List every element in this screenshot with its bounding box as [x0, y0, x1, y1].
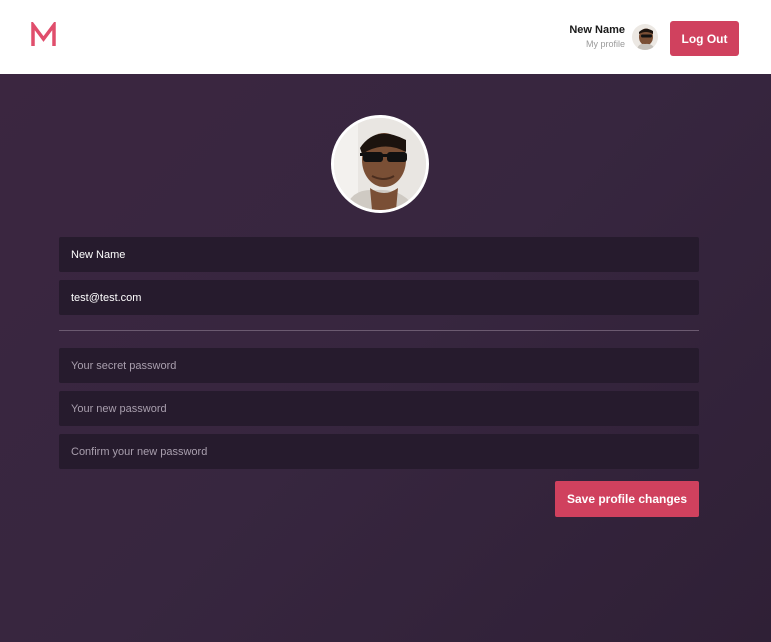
user-menu[interactable]: New Name My profile	[569, 24, 625, 51]
m-logo-icon[interactable]	[30, 19, 57, 48]
confirm-password-field[interactable]	[59, 434, 699, 469]
logout-button[interactable]: Log Out	[670, 21, 739, 56]
my-profile-link[interactable]: My profile	[569, 37, 625, 51]
profile-page: Save profile changes	[0, 74, 771, 642]
name-field[interactable]	[59, 237, 699, 272]
email-input[interactable]	[59, 280, 699, 315]
new-password-field[interactable]	[59, 391, 699, 426]
header-user-name: New Name	[569, 24, 625, 36]
current-password-input[interactable]	[59, 348, 699, 383]
top-header: New Name My profile Log Out	[0, 0, 771, 74]
form-divider	[59, 330, 699, 331]
current-password-field[interactable]	[59, 348, 699, 383]
save-profile-button[interactable]: Save profile changes	[555, 481, 699, 517]
header-avatar-icon[interactable]	[632, 24, 658, 50]
name-input[interactable]	[59, 237, 699, 272]
profile-photo-icon[interactable]	[331, 115, 429, 213]
email-field[interactable]	[59, 280, 699, 315]
new-password-input[interactable]	[59, 391, 699, 426]
confirm-password-input[interactable]	[59, 434, 699, 469]
